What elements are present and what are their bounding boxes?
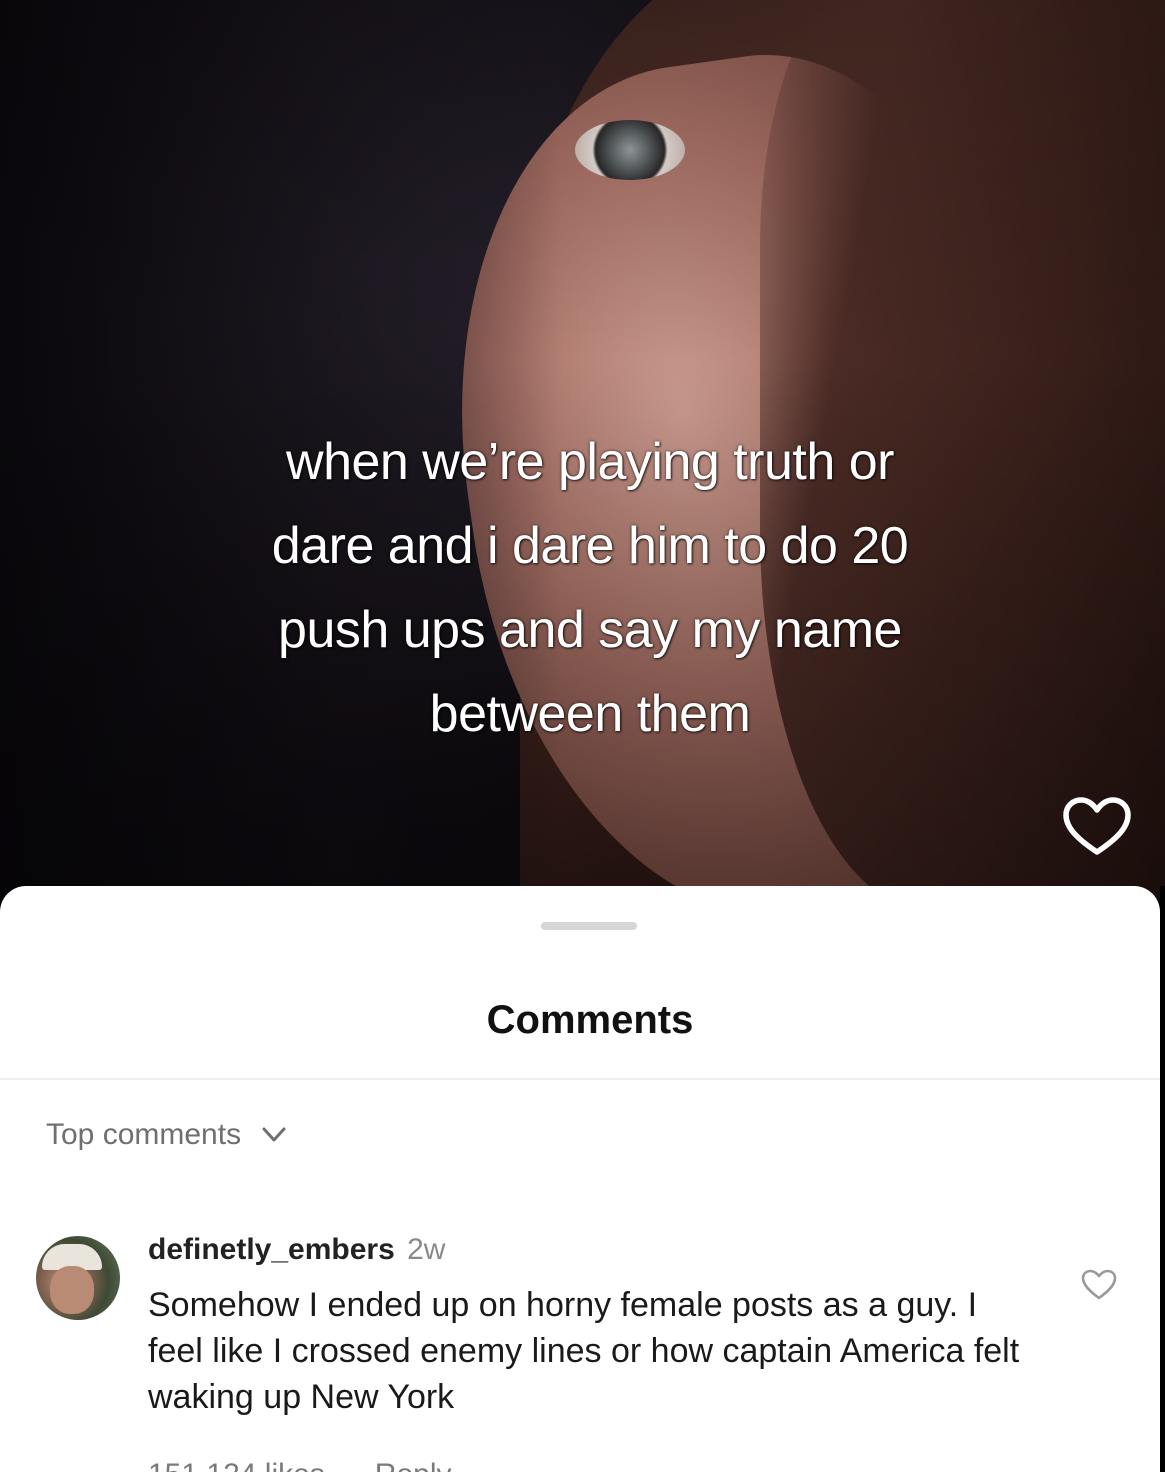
comment-actions: 151,124 likes Reply [148, 1458, 1028, 1472]
reply-button[interactable]: Reply [375, 1458, 452, 1472]
chevron-down-icon [262, 1127, 286, 1142]
right-edge-border [1160, 886, 1165, 1472]
comment-text: Somehow I ended up on horny female posts… [148, 1286, 1020, 1416]
heart-icon[interactable] [1062, 796, 1132, 858]
comment-meta: definetly_embers 2w [148, 1230, 1028, 1270]
post-video[interactable]: when we’re playing truth or dare and i d… [0, 0, 1165, 900]
sort-dropdown[interactable]: Top comments [46, 1118, 287, 1152]
avatar[interactable] [36, 1236, 120, 1320]
sheet-grabber[interactable] [541, 922, 637, 930]
post-screen: when we’re playing truth or dare and i d… [0, 0, 1165, 1472]
avatar-face-shape [50, 1266, 94, 1314]
caption-line: between them [429, 685, 751, 743]
comment-username[interactable]: definetly_embers [148, 1233, 395, 1266]
caption-line: dare and i dare him to do 20 [271, 517, 909, 575]
sheet-title: Comments [486, 998, 694, 1042]
divider [0, 1078, 1160, 1080]
comment-time: 2w [407, 1233, 446, 1266]
comment-likes[interactable]: 151,124 likes [148, 1458, 325, 1472]
heart-icon[interactable] [1080, 1268, 1118, 1302]
video-caption: when we’re playing truth or dare and i d… [120, 420, 1060, 756]
comments-sheet: Comments Top comments definetly_embers 2… [0, 886, 1160, 1472]
caption-line: when we’re playing truth or [286, 433, 894, 491]
caption-line: push ups and say my name [278, 601, 902, 659]
sort-label: Top comments [46, 1118, 242, 1151]
comment-body: definetly_embers 2w Somehow I ended up o… [148, 1230, 1028, 1472]
